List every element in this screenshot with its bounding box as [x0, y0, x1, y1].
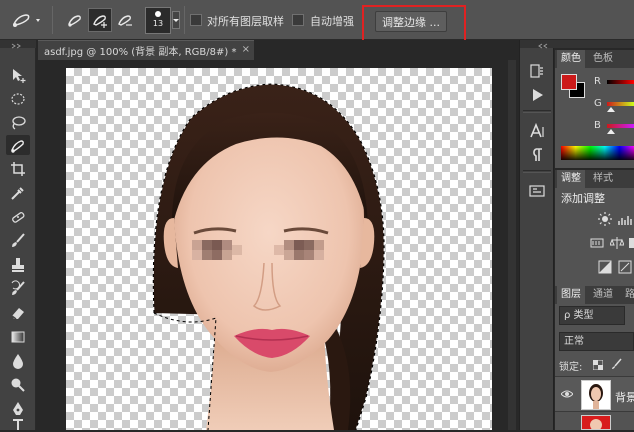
vertical-scrollbar[interactable] — [508, 60, 516, 430]
blue-label: B — [594, 120, 601, 131]
sample-all-layers-checkbox[interactable] — [190, 14, 202, 26]
layer-row-background[interactable] — [555, 413, 634, 430]
close-tab-icon[interactable]: × — [242, 44, 250, 55]
levels-icon[interactable] — [617, 212, 633, 226]
pen-tool-icon[interactable] — [6, 399, 30, 419]
green-slider-thumb[interactable] — [607, 107, 615, 112]
quick-selection-tool-icon[interactable] — [6, 135, 30, 155]
add-adjustment-heading: 添加调整 — [561, 190, 605, 206]
paragraph-panel-icon[interactable] — [526, 146, 548, 164]
layer-filter-dropdown[interactable]: ρ 类型 — [559, 306, 625, 325]
quick-selection-preset-icon[interactable] — [8, 8, 44, 32]
tab-adjustments[interactable]: 调整 — [557, 170, 585, 188]
options-bar: 13 对所有图层取样 自动增强 调整边缘 ... — [0, 0, 634, 40]
history-panel-icon[interactable] — [526, 62, 548, 80]
layers-panel: 图层 通道 路 ρ 类型 正常 锁定: 背景 — [555, 286, 634, 430]
brush-dropdown-arrow[interactable] — [172, 11, 180, 29]
layer-row-copy[interactable]: 背景 — [555, 376, 634, 412]
color-spectrum[interactable] — [561, 146, 634, 160]
type-tool-icon[interactable] — [6, 418, 30, 430]
auto-enhance-label: 自动增强 — [310, 13, 354, 29]
eyedropper-tool-icon[interactable] — [6, 183, 30, 203]
info-panel-icon[interactable] — [526, 182, 548, 200]
black-white-icon[interactable] — [625, 236, 634, 250]
brush-tip-icon — [155, 11, 161, 17]
crop-tool-icon[interactable] — [6, 159, 30, 179]
layer-thumbnail-background — [581, 415, 611, 430]
layer-visibility-eye-icon[interactable] — [561, 389, 573, 402]
subtract-from-selection-icon[interactable] — [114, 8, 136, 32]
lock-transparency-icon[interactable] — [593, 360, 603, 373]
lasso-tool-icon[interactable] — [6, 113, 30, 133]
red-label: R — [594, 76, 601, 87]
image-canvas[interactable] — [66, 68, 492, 430]
layer-name: 背景 — [615, 389, 634, 405]
tab-styles[interactable]: 样式 — [589, 170, 617, 188]
invert-icon[interactable] — [597, 260, 613, 274]
vibrance-icon[interactable] — [589, 236, 605, 250]
auto-enhance-checkbox[interactable] — [292, 14, 304, 26]
brush-size-value: 13 — [146, 19, 170, 28]
add-to-selection-icon[interactable] — [88, 8, 112, 32]
document-title: asdf.jpg @ 100% (背景 副本, RGB/8#) * — [44, 43, 236, 58]
history-brush-tool-icon[interactable] — [6, 279, 30, 299]
toolbar-grip[interactable] — [0, 40, 36, 48]
blend-mode-dropdown[interactable]: 正常 — [559, 332, 634, 351]
strip-grip[interactable] — [520, 40, 555, 48]
gradient-tool-icon[interactable] — [6, 327, 30, 347]
panels-grip[interactable] — [555, 40, 634, 48]
sample-all-layers-label: 对所有图层取样 — [207, 13, 284, 29]
marquee-tool-icon[interactable] — [6, 89, 30, 109]
tools-panel — [0, 40, 36, 430]
document-tab-bar: asdf.jpg @ 100% (背景 副本, RGB/8#) * × — [36, 40, 516, 60]
eraser-tool-icon[interactable] — [6, 303, 30, 323]
tab-channels[interactable]: 通道 — [589, 286, 617, 304]
tab-swatches[interactable]: 色板 — [589, 50, 617, 68]
tab-layers[interactable]: 图层 — [557, 286, 585, 304]
document-tab[interactable]: asdf.jpg @ 100% (背景 副本, RGB/8#) * × — [38, 40, 254, 60]
healing-brush-tool-icon[interactable] — [6, 207, 30, 227]
layer-thumbnail — [581, 380, 611, 410]
brush-size-picker[interactable]: 13 — [145, 7, 171, 34]
lock-label: 锁定: — [559, 358, 582, 373]
color-balance-icon[interactable] — [609, 236, 625, 250]
collapsed-panel-strip — [519, 40, 554, 430]
portrait-image — [66, 68, 492, 430]
foreground-color-swatch[interactable] — [561, 74, 577, 90]
tab-paths[interactable]: 路 — [621, 286, 634, 304]
blur-tool-icon[interactable] — [6, 351, 30, 371]
gradient-map-icon[interactable] — [617, 260, 633, 274]
dodge-tool-icon[interactable] — [6, 375, 30, 395]
blue-slider-thumb[interactable] — [607, 129, 615, 134]
highlight-box — [362, 5, 466, 43]
new-selection-icon[interactable] — [64, 8, 86, 32]
brush-tool-icon[interactable] — [6, 231, 30, 251]
brightness-icon[interactable] — [597, 212, 613, 226]
green-label: G — [594, 98, 602, 109]
color-panel: 颜色 色板 R G B — [555, 50, 634, 168]
green-slider[interactable]: G — [555, 98, 634, 112]
tab-color[interactable]: 颜色 — [557, 50, 585, 68]
lock-pixels-icon[interactable] — [611, 358, 623, 373]
blue-slider[interactable]: B — [555, 120, 634, 134]
right-panels: 颜色 色板 R G B 调整 样式 添加调整 — [555, 40, 634, 430]
clone-stamp-tool-icon[interactable] — [6, 255, 30, 275]
move-tool-icon[interactable] — [6, 65, 30, 85]
character-panel-icon[interactable] — [526, 122, 548, 140]
actions-panel-icon[interactable] — [526, 86, 548, 104]
document-window — [36, 60, 516, 430]
